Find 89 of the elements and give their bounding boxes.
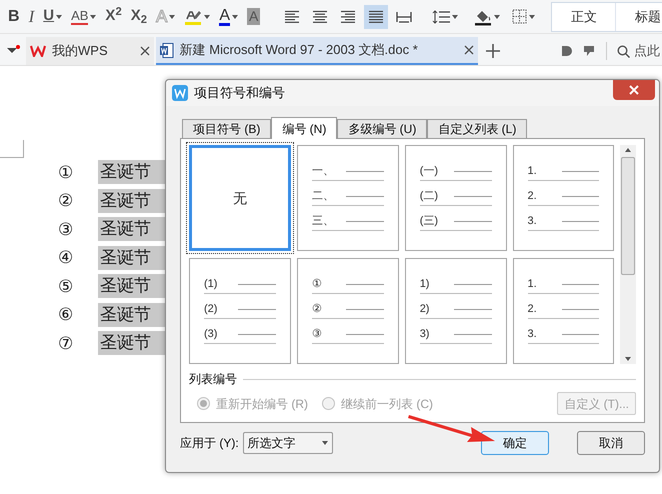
list-item-text: 圣诞节 (98, 217, 165, 241)
list-marker: 2) (420, 304, 430, 314)
caret-icon (494, 14, 500, 18)
search-icon (617, 44, 630, 58)
numbering-style-option[interactable]: (1) (2) (3) (189, 258, 291, 364)
list-number: ③ (58, 220, 74, 238)
format-button[interactable]: X$^{2}$ (101, 4, 126, 30)
list-item-text: 圣诞节 (98, 246, 165, 270)
format-button[interactable]: X$_{2}$ (126, 4, 151, 30)
close-icon[interactable] (464, 45, 474, 55)
list-marker: ③ (312, 328, 323, 340)
numbering-style-option[interactable]: 1. 2. 3. (512, 258, 614, 364)
search-field[interactable]: 点此 (617, 41, 660, 61)
document-tab[interactable]: 我的WPS (26, 37, 154, 65)
list-marker: 1. (528, 166, 538, 176)
list-number: ⑦ (58, 334, 74, 352)
caret-icon (529, 14, 536, 18)
group-title: 列表编号 (189, 371, 237, 388)
list-item-text: 圣诞节 (98, 274, 165, 298)
scrollbar[interactable] (620, 145, 636, 364)
list-marker: ② (312, 304, 323, 314)
apply-to-label: 应用于 (Y): (180, 435, 239, 452)
list-marker: 一、 (312, 166, 335, 176)
list-item-text: 圣诞节 (98, 302, 165, 326)
format-button[interactable]: B (4, 4, 24, 30)
border-grid-icon (512, 9, 528, 24)
format-button[interactable]: U (39, 4, 66, 30)
document-tab[interactable]: 新建 Microsoft Word 97 - 2003 文档.doc * (156, 37, 478, 65)
scroll-up-icon (625, 148, 632, 152)
list-number: ⑤ (58, 278, 74, 294)
ok-button[interactable]: 确定 (481, 431, 549, 455)
close-button[interactable] (613, 80, 655, 100)
list-marker: 2. (528, 190, 538, 202)
list-number: ④ (58, 249, 74, 266)
list-marker: 2. (528, 304, 538, 314)
plus-icon (486, 44, 500, 58)
close-icon[interactable] (140, 46, 150, 56)
list-number: ② (58, 192, 74, 209)
list-marker: 三、 (312, 216, 335, 226)
align-justify-icon (368, 10, 384, 24)
dialog-tab[interactable]: 多级编号 (U) (337, 119, 428, 138)
list-marker: 1. (528, 278, 538, 290)
list-marker: (2) (204, 304, 218, 314)
list-marker: ① (312, 278, 323, 290)
list-marker: (三) (420, 216, 440, 226)
numbering-style-option[interactable]: 一、 二、 三、 (296, 145, 399, 251)
page-corner-mark (0, 140, 24, 158)
list-marker: 3. (528, 216, 538, 226)
list-item-text: 圣诞节 (98, 160, 165, 184)
list-number: ⑥ (58, 306, 74, 323)
format-button[interactable]: A (215, 4, 242, 30)
dialog-title: 项目符号和编号 (194, 84, 285, 102)
align-distributed-icon (396, 10, 412, 24)
dialog-tab[interactable]: 项目符号 (B) (182, 119, 272, 138)
numbering-style-option[interactable]: 无 (189, 145, 291, 251)
list-marker: 3) (420, 328, 430, 340)
cancel-button[interactable]: 取消 (577, 431, 645, 455)
list-marker: 1) (420, 278, 430, 290)
list-marker: (二) (420, 190, 440, 202)
dialog-tab[interactable]: 编号 (N) (271, 117, 338, 139)
align-right-icon (340, 10, 356, 24)
list-item-text: 圣诞节 (98, 331, 165, 355)
caret-icon (452, 14, 458, 18)
apply-to-select[interactable]: 所选文字 (242, 432, 333, 454)
align-button[interactable] (364, 4, 388, 28)
list-marker: 二、 (312, 190, 335, 202)
numbering-style-option[interactable]: 1) 2) 3) (404, 258, 507, 364)
numbering-style-option[interactable]: 1. 2. 3. (512, 145, 614, 251)
list-marker: (一) (420, 166, 440, 176)
list-marker: (1) (204, 278, 218, 290)
caret-icon (322, 441, 328, 445)
list-number: ① (58, 164, 74, 180)
numbering-style-option[interactable]: (一) (二) (三) (404, 145, 507, 251)
format-button[interactable]: AB (67, 4, 100, 30)
list-item-text: 圣诞节 (98, 188, 165, 212)
line-spacing-icon (432, 10, 450, 24)
word-document-icon (160, 42, 174, 58)
dialog-tab[interactable]: 自定义列表 (L) (427, 119, 528, 138)
app-logo-icon (172, 85, 188, 101)
menu-dropdown-icon[interactable] (6, 44, 20, 54)
scroll-down-icon (625, 357, 632, 361)
list-marker: (3) (204, 328, 218, 340)
format-button[interactable]: I (24, 4, 38, 30)
align-center-icon (312, 10, 328, 24)
align-left-icon (284, 10, 300, 24)
wps-logo-icon (30, 45, 46, 57)
list-marker: 3. (528, 328, 538, 340)
numbering-style-option[interactable]: ① ② ③ (296, 258, 399, 364)
close-icon (629, 85, 639, 95)
